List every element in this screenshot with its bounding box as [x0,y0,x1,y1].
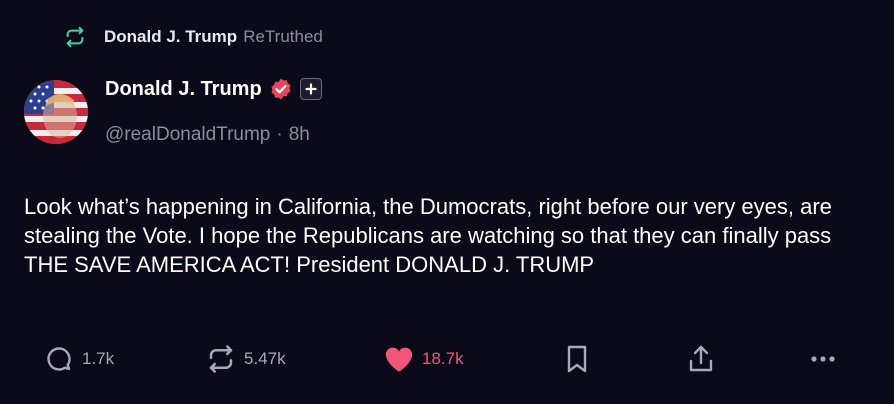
retruth-header: Donald J. Trump ReTruthed [64,24,323,50]
bookmark-button[interactable] [562,338,592,380]
verified-badge-icon [269,77,293,101]
author-name-row: Donald J. Trump [105,74,322,104]
reply-count: 1.7k [82,349,115,368]
action-bar: 1.7k 5.47k 18.7k [0,338,894,380]
like-button[interactable]: 18.7k [384,338,464,380]
heart-icon [384,344,414,374]
retruth-label: ReTruthed [243,27,323,46]
truth-post-card: Donald J. Trump ReTruthed Donald J. Trum… [0,0,894,404]
retruth-button[interactable]: 5.47k [206,338,286,380]
share-button[interactable] [686,338,716,380]
avatar[interactable] [24,80,88,144]
repost-icon [206,344,236,374]
more-options-button[interactable] [808,338,838,380]
handle-separator: · [276,124,283,145]
author-name[interactable]: Donald J. Trump [105,78,262,101]
share-icon [686,344,716,374]
bookmark-icon [562,344,592,374]
more-dots-icon [808,344,838,374]
post-body: Look what’s happening in California, the… [24,194,832,277]
retruth-author-name[interactable]: Donald J. Trump [104,27,237,47]
retruth-icon [64,26,86,48]
like-count: 18.7k [422,349,464,368]
post-timestamp[interactable]: 8h [289,124,310,146]
reply-bubble-icon [44,344,74,374]
plus-icon [299,78,322,100]
author-handle[interactable]: @realDonaldTrump [105,124,270,146]
reply-button[interactable]: 1.7k [44,338,114,380]
retruth-count: 5.47k [244,349,286,368]
handle-row: @realDonaldTrump · 8h [105,122,310,148]
